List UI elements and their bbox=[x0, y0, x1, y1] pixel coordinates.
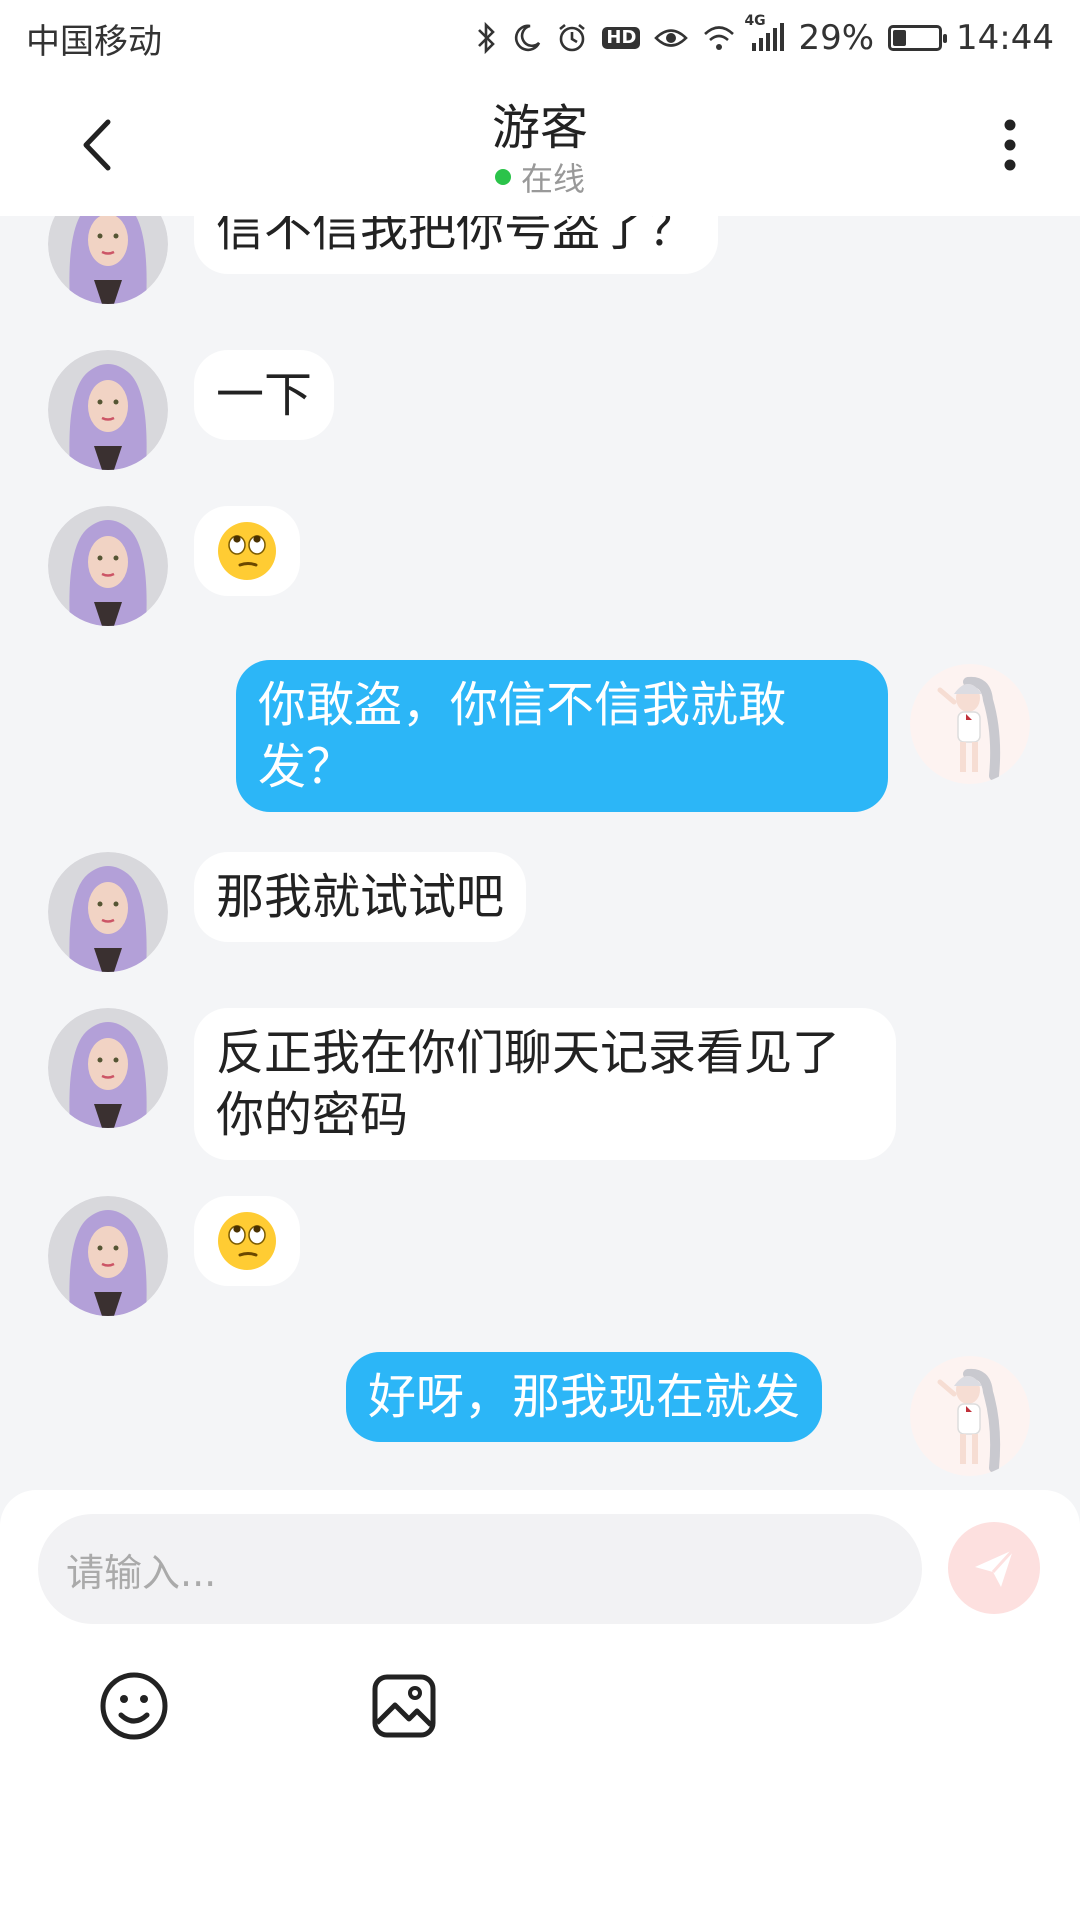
battery-icon bbox=[888, 25, 948, 51]
message-text: 信不信我把你号盗了？ bbox=[216, 216, 697, 257]
message-text: 一下 bbox=[216, 367, 313, 423]
more-button[interactable] bbox=[980, 110, 1040, 180]
signal-icon: 4G bbox=[744, 13, 785, 53]
carrier-name: 中国移动 bbox=[26, 21, 162, 62]
message-input[interactable]: 请输入... bbox=[38, 1514, 922, 1624]
message-list[interactable]: 信不信我把你号盗了？ 一下 你敢盗，你信不信我就敢发？ 那我就试试吧 反正我在你… bbox=[0, 216, 1080, 1490]
message-text: 反正我在你们聊天记录看见了你的密码 bbox=[216, 1025, 841, 1143]
my-avatar[interactable] bbox=[910, 664, 1030, 784]
smiley-icon bbox=[100, 1672, 168, 1740]
message-text: 你敢盗，你信不信我就敢发？ bbox=[258, 677, 787, 795]
contact-avatar[interactable] bbox=[48, 852, 168, 972]
contact-avatar[interactable] bbox=[48, 1196, 168, 1316]
status-bar: 中国移动 HD 4G 29% 14:44 bbox=[0, 0, 1080, 76]
incoming-message-bubble[interactable]: 那我就试试吧 bbox=[194, 852, 527, 942]
incoming-message-bubble[interactable] bbox=[194, 1196, 300, 1286]
network-type: 4G bbox=[744, 13, 766, 29]
alarm-icon bbox=[556, 22, 588, 54]
battery-percent: 29% bbox=[798, 18, 875, 58]
my-avatar[interactable] bbox=[910, 1356, 1030, 1476]
moon-icon bbox=[512, 23, 542, 53]
send-button[interactable] bbox=[948, 1522, 1040, 1614]
incoming-message-bubble[interactable]: 一下 bbox=[194, 350, 335, 440]
incoming-message-bubble[interactable]: 信不信我把你号盗了？ bbox=[194, 216, 719, 274]
message-text: 那我就试试吧 bbox=[216, 869, 505, 925]
eye-roll-emoji-icon bbox=[218, 1212, 276, 1270]
eye-roll-emoji-icon bbox=[218, 522, 276, 580]
online-label: 在线 bbox=[520, 160, 585, 198]
hd-icon: HD bbox=[602, 27, 641, 49]
battery-level bbox=[893, 30, 906, 46]
image-button[interactable] bbox=[364, 1666, 444, 1746]
outgoing-message-bubble[interactable]: 你敢盗，你信不信我就敢发？ bbox=[236, 660, 888, 812]
emoji-button[interactable] bbox=[94, 1666, 174, 1746]
more-vertical-icon bbox=[1004, 119, 1016, 171]
contact-avatar[interactable] bbox=[48, 350, 168, 470]
online-dot bbox=[494, 169, 511, 185]
outgoing-message-bubble[interactable]: 好呀，那我现在就发 bbox=[346, 1352, 823, 1442]
eye-icon bbox=[654, 25, 689, 51]
chat-header: 游客 在线 bbox=[0, 76, 1080, 216]
send-icon bbox=[975, 1548, 1015, 1587]
bluetooth-icon bbox=[476, 21, 498, 55]
status-icons: HD 4G 29% 14:44 bbox=[476, 13, 1054, 58]
incoming-message-bubble[interactable] bbox=[194, 506, 300, 596]
online-status: 在线 bbox=[0, 154, 1080, 200]
wifi-icon bbox=[702, 24, 736, 52]
message-text: 好呀，那我现在就发 bbox=[368, 1369, 801, 1425]
incoming-message-bubble[interactable]: 反正我在你们聊天记录看见了你的密码 bbox=[194, 1008, 896, 1160]
contact-avatar[interactable] bbox=[48, 506, 168, 626]
contact-avatar[interactable] bbox=[48, 1008, 168, 1128]
contact-name: 游客 bbox=[491, 100, 588, 156]
contact-avatar[interactable] bbox=[48, 216, 168, 304]
image-icon bbox=[372, 1674, 436, 1738]
input-panel: 请输入... bbox=[0, 1490, 1080, 1920]
clock: 14:44 bbox=[956, 18, 1054, 58]
